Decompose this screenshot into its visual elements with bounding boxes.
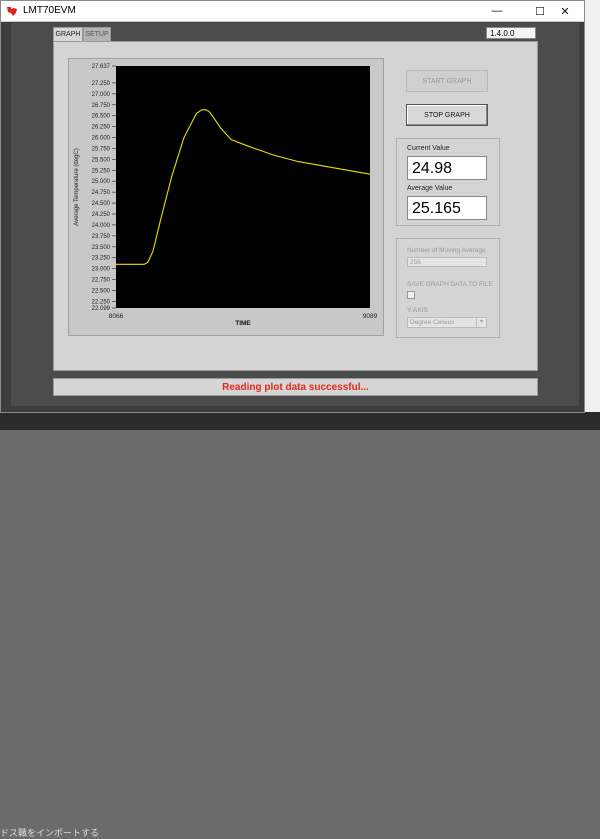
current-value-display: 24.98: [407, 156, 487, 180]
moving-average-input[interactable]: 256: [407, 257, 487, 267]
minimize-button[interactable]: —: [476, 1, 518, 21]
y-tick-label: 25.500: [92, 157, 111, 163]
y-tick-label: 22.500: [92, 288, 111, 294]
app-window: LMT70EVM — ☐ ✕ 1.4.0.0 GRAPH SETUP 27.63…: [0, 0, 585, 413]
x-axis-label: TIME: [235, 320, 251, 327]
desktop-taskbar-strip: ドス職をインポートする: [0, 412, 600, 838]
y-tick-label: 22.250: [92, 299, 111, 305]
app-content: 1.4.0.0 GRAPH SETUP 27.637 27.250 27.000 26…: [11, 23, 579, 406]
settings-group: Number of Moving Average 256 SAVE GRAPH …: [396, 238, 500, 338]
y-tick-label: 26.750: [92, 103, 111, 109]
moving-average-label: Number of Moving Average: [407, 247, 486, 254]
y-tick-label: 25.250: [92, 168, 111, 174]
title-bar[interactable]: LMT70EVM — ☐ ✕: [1, 1, 584, 22]
tab-setup[interactable]: SETUP: [83, 27, 111, 41]
save-data-label: SAVE GRAPH DATA TO FILE: [407, 281, 493, 288]
desktop-background-right: [585, 0, 600, 430]
y-tick-label: 24.250: [92, 212, 111, 218]
control-panel: START GRAPH STOP GRAPH Current Value 24.…: [392, 58, 500, 338]
y-tick-label: 23.750: [92, 234, 111, 240]
y-tick-label: 22.750: [92, 278, 111, 284]
status-bar: Reading plot data successful...: [53, 378, 538, 396]
chart-svg: 27.637 27.250 27.000 26.750 26.500 26.250 26.0…: [74, 64, 378, 327]
y-axis-label: Y-AXIS: [407, 307, 428, 314]
y-tick-label: 23.500: [92, 245, 111, 251]
tab-graph[interactable]: GRAPH: [53, 27, 83, 41]
average-value-label: Average Value: [407, 185, 453, 192]
y-axis-label: Average Temperature (degC): [74, 148, 80, 226]
graph-tab-panel: 27.637 27.250 27.000 26.750 26.500 26.250 26.0…: [53, 41, 538, 371]
window-title: LMT70EVM: [23, 5, 76, 16]
y-tick-label: 23.250: [92, 256, 111, 262]
close-button[interactable]: ✕: [544, 1, 586, 21]
plot-area: [116, 66, 370, 308]
taskbar-text: ドス職をインポートする: [0, 828, 100, 838]
y-axis-selected-value: Degree Celsius: [410, 319, 455, 326]
y-tick-label: 23.000: [92, 267, 111, 273]
start-graph-button[interactable]: START GRAPH: [406, 70, 488, 92]
y-tick-label: 22.099: [92, 306, 111, 312]
y-tick-label: 26.250: [92, 125, 111, 131]
values-group: Current Value 24.98 Average Value 25.165: [396, 138, 500, 226]
status-message: Reading plot data successful...: [222, 381, 369, 393]
y-tick-label: 24.500: [92, 201, 111, 207]
y-tick-label: 27.250: [92, 81, 111, 87]
y-axis-select[interactable]: Degree Celsius ▾: [407, 317, 487, 328]
current-value-label: Current Value: [407, 145, 450, 152]
x-tick-label: 9089: [363, 313, 378, 320]
average-value-display: 25.165: [407, 196, 487, 220]
version-display: 1.4.0.0: [486, 27, 536, 39]
chevron-down-icon[interactable]: ▾: [476, 318, 486, 327]
y-tick-label: 24.000: [92, 223, 111, 229]
stop-graph-button[interactable]: STOP GRAPH: [406, 104, 488, 126]
temperature-graph: 27.637 27.250 27.000 26.750 26.500 26.250 26.0…: [68, 58, 384, 336]
ti-logo-icon: [7, 7, 17, 16]
y-tick-label: 26.000: [92, 136, 111, 142]
y-tick-label: 27.000: [92, 92, 111, 98]
y-tick-label: 24.750: [92, 190, 111, 196]
y-tick-label: 26.500: [92, 114, 111, 120]
y-tick-label: 27.637: [92, 64, 111, 70]
save-data-checkbox[interactable]: [407, 291, 415, 299]
y-tick-label: 25.000: [92, 179, 111, 185]
y-tick-label: 25.750: [92, 146, 111, 152]
x-tick-label: 8066: [109, 313, 124, 320]
